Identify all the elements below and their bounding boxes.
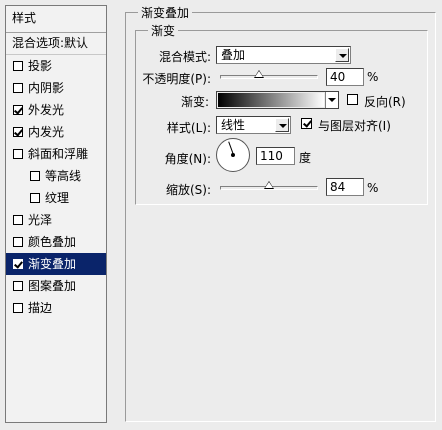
- angle-dial[interactable]: [216, 138, 250, 172]
- gradient-picker[interactable]: [216, 91, 339, 109]
- style-item-checkbox[interactable]: [13, 281, 23, 291]
- style-item-label: 等高线: [45, 169, 82, 183]
- style-item-label: 颜色叠加: [28, 235, 77, 249]
- style-value: 线性: [221, 118, 246, 132]
- style-item-checkbox[interactable]: [13, 237, 23, 247]
- blend-options-item[interactable]: 混合选项:默认: [6, 33, 106, 55]
- blend-mode-value: 叠加: [221, 48, 246, 62]
- opacity-label: 不透明度(P):: [142, 72, 211, 86]
- panel-title: 渐变叠加: [138, 4, 193, 21]
- style-item-checkbox[interactable]: [13, 105, 23, 115]
- style-item[interactable]: 图案叠加: [6, 275, 106, 297]
- style-item[interactable]: 颜色叠加: [6, 231, 106, 253]
- style-item[interactable]: 等高线: [6, 165, 106, 187]
- angle-input[interactable]: 110: [256, 147, 295, 165]
- style-item[interactable]: 渐变叠加: [6, 253, 106, 275]
- opacity-slider-thumb[interactable]: [254, 70, 265, 78]
- reverse-label: 反向(R): [364, 95, 406, 109]
- scale-percent: %: [367, 181, 379, 195]
- style-item-checkbox[interactable]: [13, 259, 23, 269]
- style-item[interactable]: 内发光: [6, 121, 106, 143]
- scale-label: 缩放(S):: [165, 183, 211, 197]
- style-item[interactable]: 外发光: [6, 99, 106, 121]
- opacity-percent: %: [367, 70, 379, 84]
- chevron-down-icon[interactable]: [335, 48, 349, 62]
- style-item-checkbox[interactable]: [13, 83, 23, 93]
- reverse-checkbox[interactable]: [347, 94, 358, 105]
- scale-slider-thumb[interactable]: [264, 181, 274, 189]
- style-item-label: 图案叠加: [28, 279, 77, 293]
- opacity-input[interactable]: 40: [326, 68, 364, 86]
- style-item-checkbox[interactable]: [13, 215, 23, 225]
- style-item[interactable]: 内阴影: [6, 77, 106, 99]
- style-item-label: 内发光: [28, 125, 65, 139]
- style-item-checkbox[interactable]: [30, 171, 40, 181]
- style-item-checkbox[interactable]: [13, 127, 23, 137]
- align-with-layer-label: 与图层对齐(I): [318, 119, 391, 133]
- style-item-label: 外发光: [28, 103, 65, 117]
- gradient-preview[interactable]: [218, 93, 324, 107]
- blend-mode-label: 混合模式:: [158, 50, 211, 64]
- align-with-layer-checkbox[interactable]: [301, 118, 312, 129]
- style-item-checkbox[interactable]: [13, 149, 23, 159]
- angle-dial-center: [231, 153, 235, 157]
- chevron-down-icon[interactable]: [275, 118, 289, 132]
- style-item-label: 内阴影: [28, 81, 65, 95]
- blend-mode-select[interactable]: 叠加: [216, 46, 351, 64]
- style-item-label: 描边: [28, 301, 53, 315]
- scale-input[interactable]: 84: [326, 178, 364, 196]
- style-item-label: 斜面和浮雕: [28, 147, 89, 161]
- style-item-label: 渐变叠加: [28, 257, 77, 271]
- gradient-group-title: 渐变: [148, 22, 179, 39]
- style-select[interactable]: 线性: [216, 116, 291, 134]
- style-item-label: 纹理: [45, 191, 70, 205]
- style-item[interactable]: 投影: [6, 55, 106, 77]
- style-item[interactable]: 斜面和浮雕: [6, 143, 106, 165]
- scale-slider[interactable]: [220, 181, 318, 190]
- style-item-checkbox[interactable]: [30, 193, 40, 203]
- style-item[interactable]: 光泽: [6, 209, 106, 231]
- style-item[interactable]: 纹理: [6, 187, 106, 209]
- opacity-slider[interactable]: [220, 70, 318, 79]
- style-item-label: 光泽: [28, 213, 53, 227]
- gradient-label: 渐变:: [180, 95, 209, 109]
- style-item-checkbox[interactable]: [13, 61, 23, 71]
- styles-header: 样式: [6, 6, 106, 33]
- angle-unit: 度: [299, 151, 312, 165]
- angle-label: 角度(N):: [164, 152, 211, 166]
- style-item-checkbox[interactable]: [13, 303, 23, 313]
- style-item[interactable]: 描边: [6, 297, 106, 319]
- style-item-label: 投影: [28, 59, 53, 73]
- styles-list: 样式 混合选项:默认 投影内阴影外发光内发光斜面和浮雕等高线纹理光泽颜色叠加渐变…: [5, 5, 107, 423]
- chevron-down-icon[interactable]: [325, 92, 338, 108]
- style-label: 样式(L):: [166, 121, 211, 135]
